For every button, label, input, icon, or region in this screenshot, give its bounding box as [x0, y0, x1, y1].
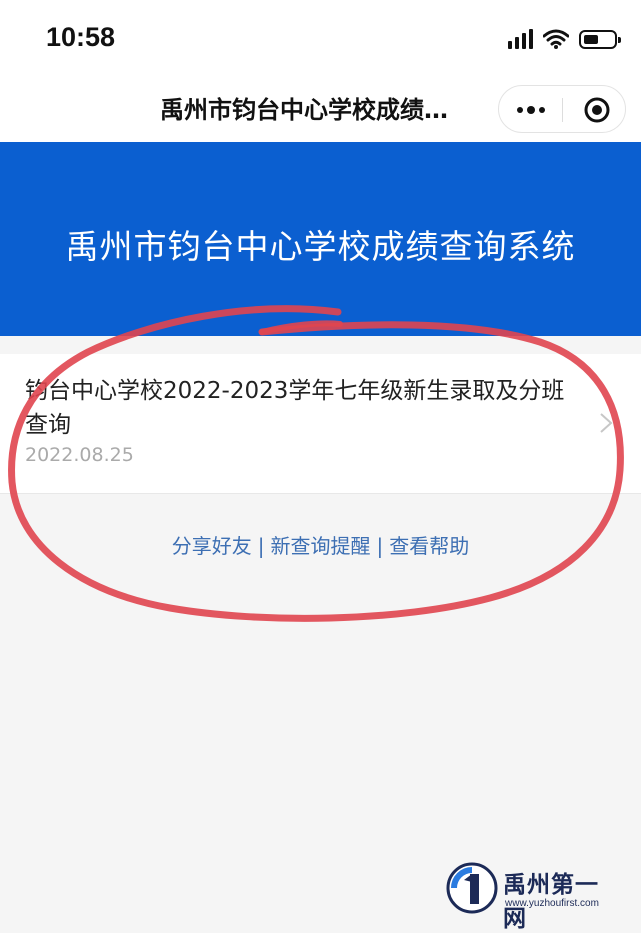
help-link[interactable]: 查看帮助	[389, 534, 469, 558]
signal-icon	[508, 29, 533, 49]
link-separator: |	[376, 534, 384, 558]
nav-bar: 禹州市钧台中心学校成绩…	[0, 80, 641, 142]
share-friends-link[interactable]: 分享好友	[172, 534, 252, 558]
watermark-logo: 禹州第一网 www.yuzhoufirst.com	[446, 862, 616, 932]
query-reminder-link[interactable]: 新查询提醒	[271, 534, 371, 558]
more-icon[interactable]	[513, 98, 549, 122]
list-item-date: 2022.08.25	[25, 444, 134, 466]
list-item-title: 钧台中心学校2022-2023学年七年级新生录取及分班查询	[25, 378, 565, 438]
wifi-icon	[543, 29, 569, 49]
capsule-divider	[562, 98, 563, 122]
mini-program-capsule	[498, 85, 626, 133]
chevron-right-icon	[600, 413, 613, 433]
banner-title: 禹州市钧台中心学校成绩查询系统	[65, 227, 576, 266]
watermark-url: www.yuzhoufirst.com	[505, 898, 599, 909]
list-item[interactable]: 钧台中心学校2022-2023学年七年级新生录取及分班查询 2022.08.25	[0, 354, 641, 494]
logo-icon	[446, 862, 498, 914]
target-icon[interactable]	[583, 96, 611, 124]
header-banner: 禹州市钧台中心学校成绩查询系统	[0, 142, 641, 336]
nav-title: 禹州市钧台中心学校成绩…	[160, 96, 448, 124]
link-separator: |	[257, 534, 265, 558]
battery-icon	[579, 29, 621, 49]
footer-links: 分享好友 | 新查询提醒 | 查看帮助	[0, 530, 641, 559]
status-icons	[508, 28, 621, 50]
status-bar: 10:58	[0, 0, 641, 80]
status-time: 10:58	[46, 22, 116, 52]
